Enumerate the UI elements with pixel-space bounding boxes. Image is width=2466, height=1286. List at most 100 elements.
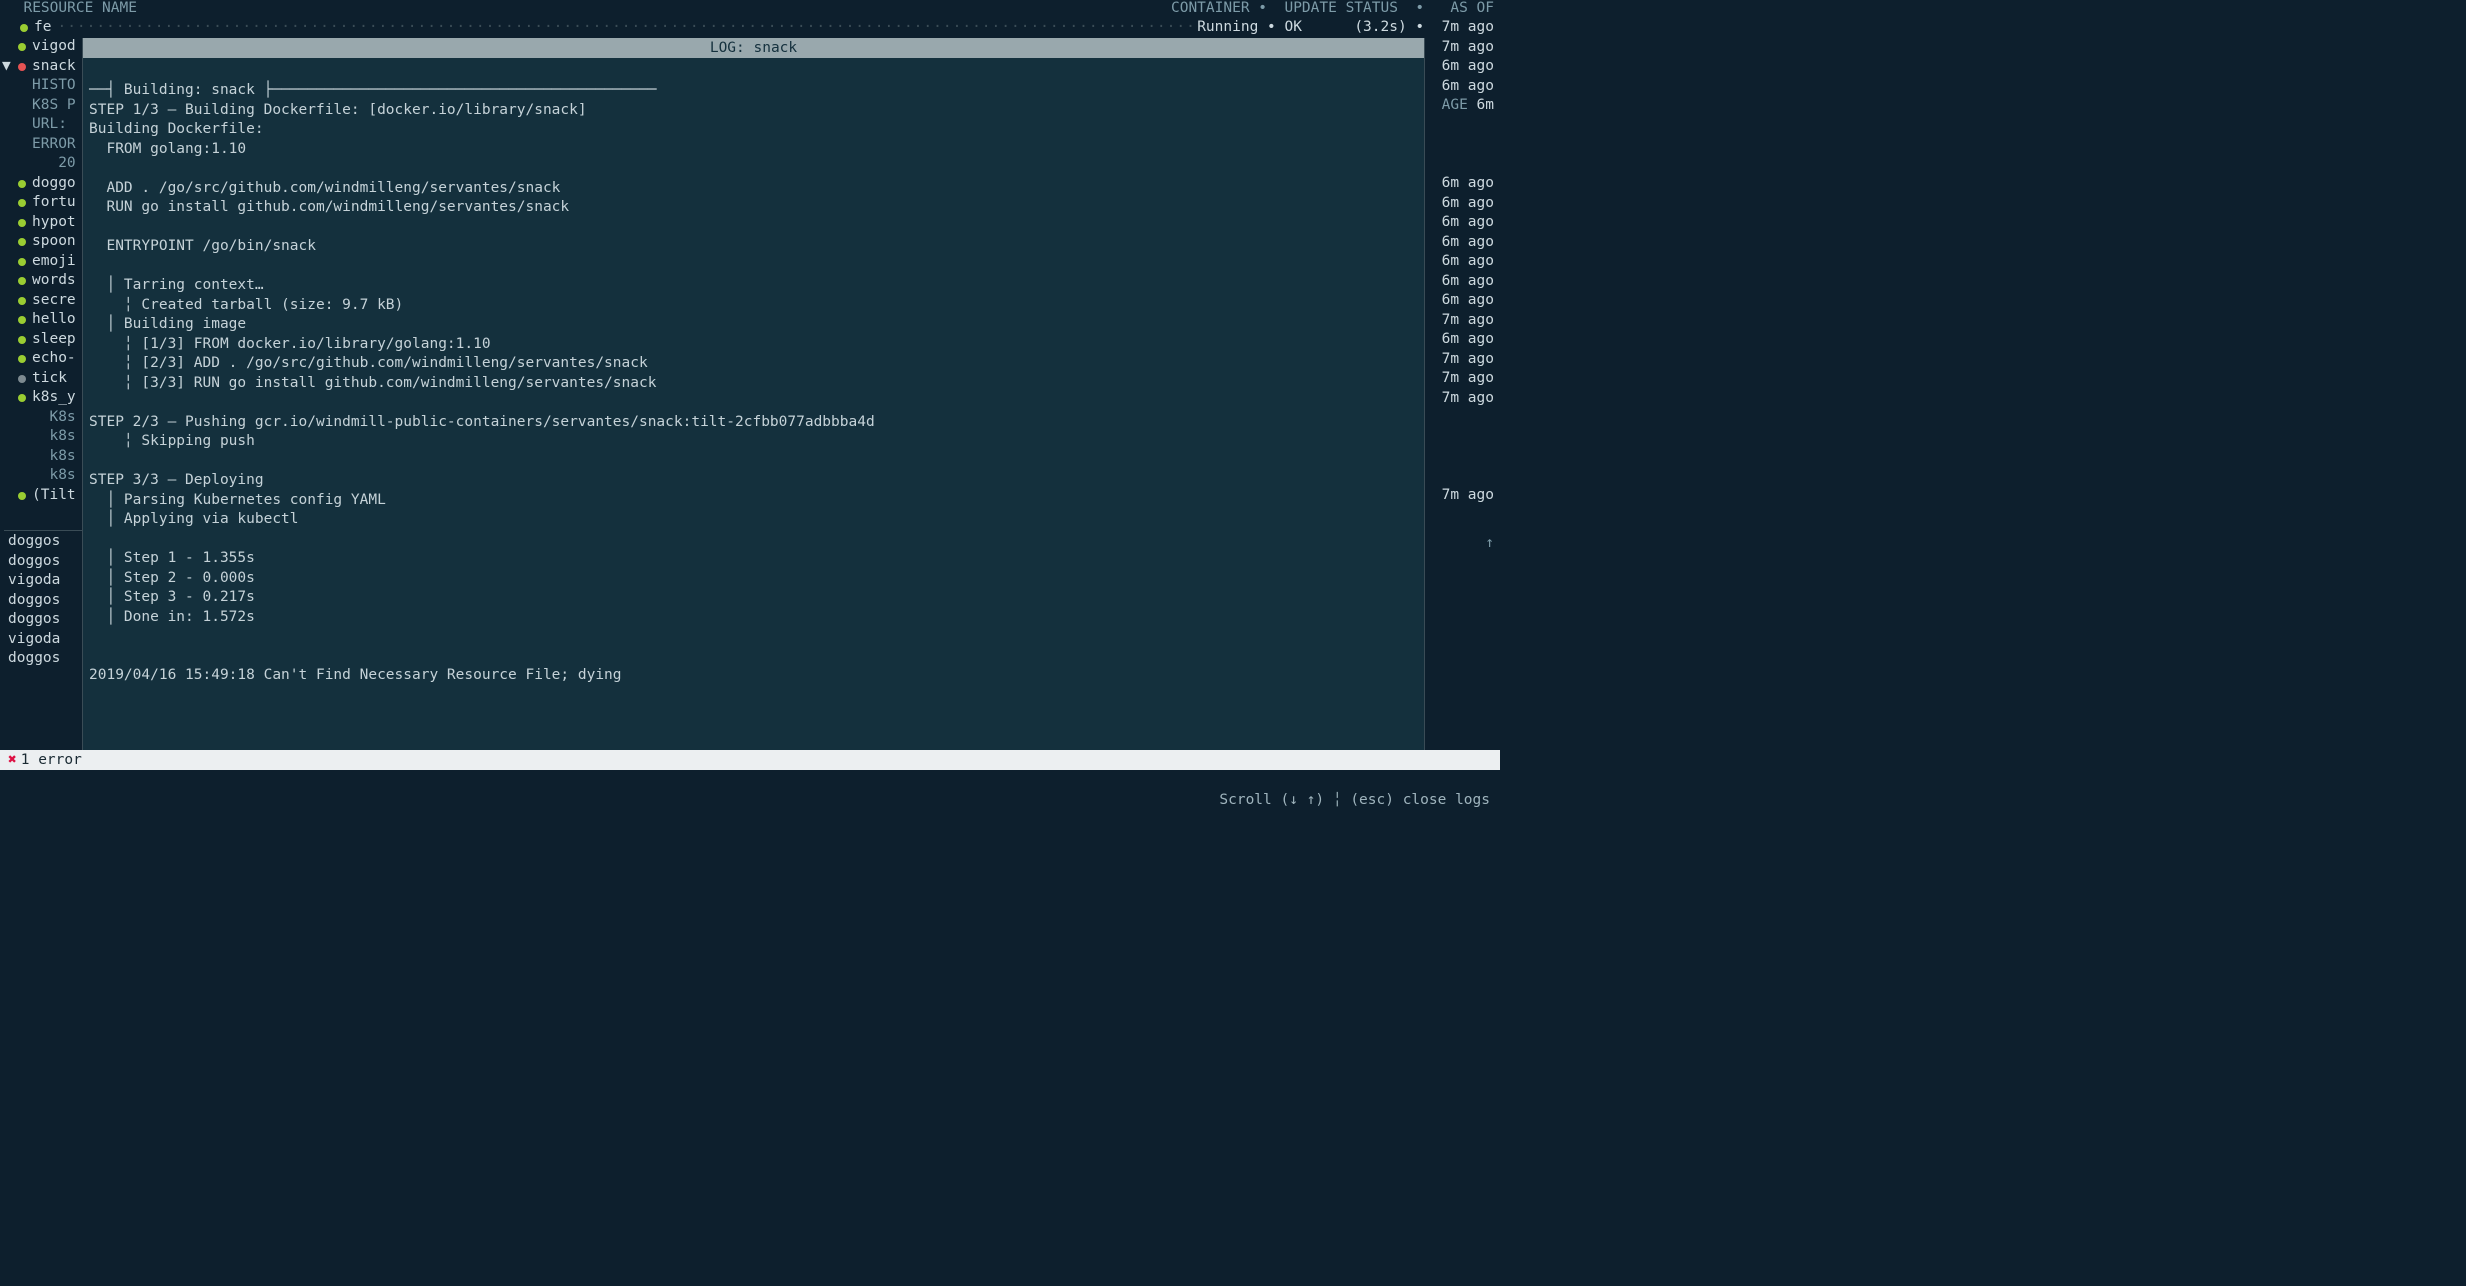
log-line: ╎ [1/3] FROM docker.io/library/golang:1.… [89, 335, 1418, 355]
status-bar[interactable]: ✖1 error [0, 750, 1500, 770]
sidebar-item-label: tick [32, 369, 67, 389]
status-dot-icon [18, 63, 26, 71]
sidebar-item-label: fortu [32, 193, 76, 213]
timestamp: AGE 6m [1425, 96, 1494, 116]
header-resource-name: RESOURCE NAME [6, 0, 137, 19]
sidebar-item[interactable]: hello [4, 311, 82, 331]
sidebar-item[interactable]: 20 [4, 155, 82, 175]
status-dot-icon [18, 219, 26, 227]
caret-icon: ▼ [2, 57, 11, 77]
sidebar-item[interactable]: words [4, 272, 82, 292]
sidebar-item-label: hello [32, 310, 76, 330]
log-line [89, 257, 1418, 277]
sidebar-item[interactable]: tick [4, 369, 82, 389]
timestamp: 7m ago [1425, 486, 1494, 506]
log-line: ╎ [3/3] RUN go install github.com/windmi… [89, 374, 1418, 394]
sidebar-item[interactable]: vigod [4, 38, 82, 58]
resource-name: fe [34, 18, 51, 38]
resource-status: Running • OK (3.2s) • 7m ago [1197, 18, 1494, 38]
sidebar-item[interactable]: k8s [4, 447, 82, 467]
status-dot-icon [18, 492, 26, 500]
sidebar-item-label: ERROR [32, 135, 76, 155]
sidebar-item[interactable]: sleep [4, 330, 82, 350]
log-line: │ Parsing Kubernetes config YAML [89, 491, 1418, 511]
timestamp: 7m ago [1425, 350, 1494, 370]
sidebar-item-label: K8S P [32, 96, 76, 116]
log-line: │ Tarring context… [89, 276, 1418, 296]
stream-name: doggos [4, 552, 82, 572]
stream-name-list: doggosdoggosvigodadoggosdoggosvigodadogg… [4, 533, 82, 670]
timestamp-column: 7m ago6m ago6m agoAGE 6m6m ago6m ago6m a… [1425, 38, 1500, 751]
sidebar-item[interactable]: spoon [4, 233, 82, 253]
timestamp: 7m ago [1425, 311, 1494, 331]
sidebar-item-label: doggo [32, 174, 76, 194]
sidebar-item-label: sleep [32, 330, 76, 350]
log-line: STEP 3/3 — Deploying [89, 471, 1418, 491]
timestamp: 6m ago [1425, 252, 1494, 272]
timestamp [1425, 116, 1494, 136]
status-dot-icon [18, 160, 26, 168]
sidebar-item[interactable]: echo- [4, 350, 82, 370]
timestamp: 7m ago [1425, 38, 1494, 58]
status-dot-icon [18, 394, 26, 402]
sidebar-item[interactable]: k8s [4, 428, 82, 448]
timestamp: 6m ago [1425, 174, 1494, 194]
sidebar-item-label: emoji [32, 252, 76, 272]
timestamp: 6m ago [1425, 291, 1494, 311]
divider [4, 530, 82, 531]
log-line [89, 686, 1418, 706]
log-line: STEP 2/3 — Pushing gcr.io/windmill-publi… [89, 413, 1418, 433]
sidebar-item[interactable]: fortu [4, 194, 82, 214]
log-line: RUN go install github.com/windmilleng/se… [89, 198, 1418, 218]
log-line [89, 530, 1418, 550]
timestamp [1425, 447, 1494, 467]
sidebar-item[interactable]: emoji [4, 252, 82, 272]
sidebar-item[interactable]: (Tilt [4, 486, 82, 506]
log-line: ╎ [2/3] ADD . /go/src/github.com/windmil… [89, 354, 1418, 374]
sidebar-item[interactable]: k8s [4, 467, 82, 487]
sidebar-item[interactable]: secre [4, 291, 82, 311]
log-line: STEP 1/3 — Building Dockerfile: [docker.… [89, 101, 1418, 121]
status-dot-icon [18, 102, 26, 110]
sidebar-item[interactable]: HISTO [4, 77, 82, 97]
status-dot-icon [18, 316, 26, 324]
log-line: │ Applying via kubectl [89, 510, 1418, 530]
timestamp: 6m ago [1425, 213, 1494, 233]
log-line: │ Done in: 1.572s [89, 608, 1418, 628]
status-dot-icon [18, 453, 26, 461]
sidebar-item[interactable]: ERROR [4, 135, 82, 155]
sidebar-item[interactable]: ▼snack [4, 57, 82, 77]
sidebar-item[interactable]: K8s [4, 408, 82, 428]
log-line: ╎ Skipping push [89, 432, 1418, 452]
sidebar-item-label: 20 [32, 154, 76, 174]
log-line [89, 393, 1418, 413]
log-line: │ Step 2 - 0.000s [89, 569, 1418, 589]
status-dot-icon [18, 258, 26, 266]
status-dot-icon [18, 180, 26, 188]
status-dot-icon [18, 82, 26, 90]
resource-row-fe[interactable]: fe ·····································… [0, 18, 1500, 38]
sidebar-item[interactable]: URL: [4, 116, 82, 136]
sidebar-item[interactable]: k8s_y [4, 389, 82, 409]
stream-name: vigoda [4, 572, 82, 592]
log-title: LOG: snack [83, 38, 1424, 58]
status-dot-icon [18, 336, 26, 344]
sidebar-item[interactable]: hypot [4, 213, 82, 233]
stream-name: doggos [4, 650, 82, 670]
log-body[interactable]: ──┤ Building: snack ├───────────────────… [83, 58, 1424, 751]
sidebar-item[interactable]: doggo [4, 174, 82, 194]
status-dot-icon [18, 472, 26, 480]
log-line [89, 159, 1418, 179]
status-dot-icon [18, 141, 26, 149]
timestamp [1425, 155, 1494, 175]
header-right-columns: CONTAINER • UPDATE STATUS • AS OF [1171, 0, 1494, 19]
sidebar-item-label: hypot [32, 213, 76, 233]
timestamp: 6m ago [1425, 57, 1494, 77]
sidebar-item[interactable]: K8S P [4, 96, 82, 116]
sidebar-item-label: K8s [32, 408, 76, 428]
timestamp: 6m ago [1425, 330, 1494, 350]
log-line: │ Step 1 - 1.355s [89, 549, 1418, 569]
scroll-up-arrow-icon[interactable]: ↑ [1425, 528, 1494, 548]
log-line: ╎ Created tarball (size: 9.7 kB) [89, 296, 1418, 316]
log-line: Building Dockerfile: [89, 120, 1418, 140]
